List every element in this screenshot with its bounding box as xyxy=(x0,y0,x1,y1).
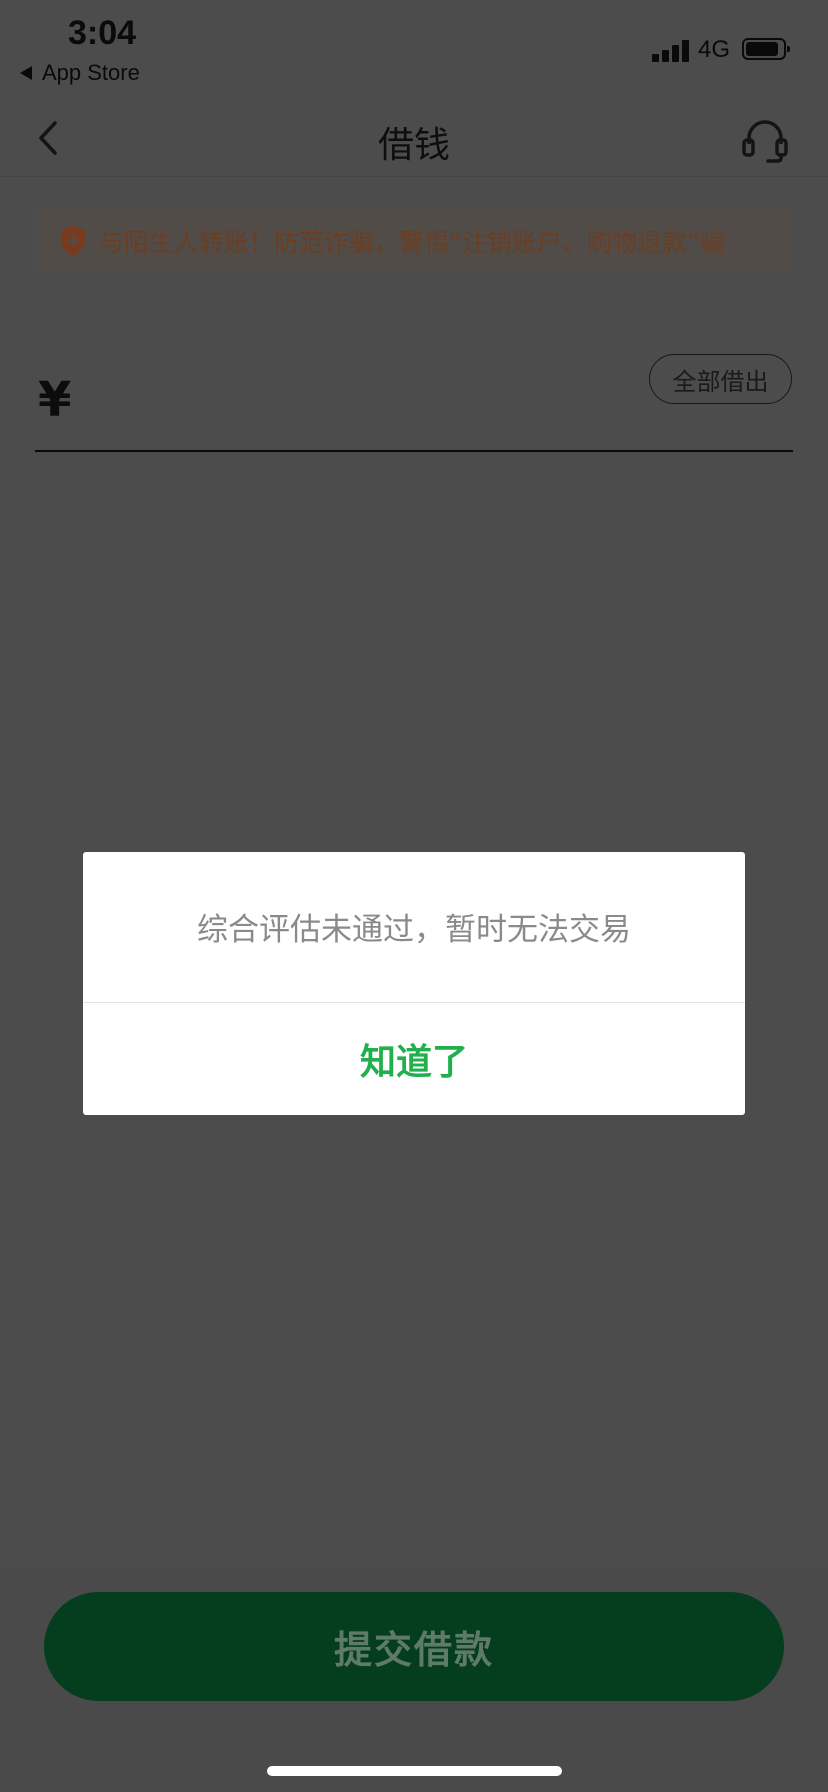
nav-bar: 借钱 xyxy=(0,100,828,177)
customer-service-button[interactable] xyxy=(740,118,790,164)
status-bar: 3:04 App Store 4G xyxy=(0,0,828,100)
submit-loan-button[interactable]: 提交借款 xyxy=(44,1592,784,1701)
fraud-notice-text: 与陌生人转账！防范诈骗，警惕“注销账户、购物退款”骗 xyxy=(99,228,725,257)
alert-dialog: 综合评估未通过，暂时无法交易 知道了 xyxy=(83,852,745,1115)
dialog-message: 综合评估未通过，暂时无法交易 xyxy=(197,912,631,948)
back-app-label: App Store xyxy=(42,60,140,85)
home-indicator[interactable] xyxy=(267,1766,562,1776)
status-time: 3:04 xyxy=(68,14,137,52)
back-triangle-icon xyxy=(20,66,32,80)
fraud-notice-banner[interactable]: 与陌生人转账！防范诈骗，警惕“注销账户、购物退款”骗 xyxy=(35,209,793,273)
borrow-all-button[interactable]: 全部借出 xyxy=(649,354,792,404)
page-title: 借钱 xyxy=(377,125,450,166)
headset-icon xyxy=(742,120,788,163)
signal-bars-icon xyxy=(652,38,690,62)
back-to-app-link[interactable]: App Store xyxy=(20,60,140,86)
amount-input[interactable] xyxy=(96,370,640,432)
amount-underline xyxy=(35,450,793,452)
battery-icon xyxy=(742,38,790,60)
currency-symbol: ¥ xyxy=(38,372,72,428)
dialog-confirm-button[interactable]: 知道了 xyxy=(83,1003,745,1115)
shield-icon xyxy=(61,226,85,256)
network-label: 4G xyxy=(698,36,731,63)
